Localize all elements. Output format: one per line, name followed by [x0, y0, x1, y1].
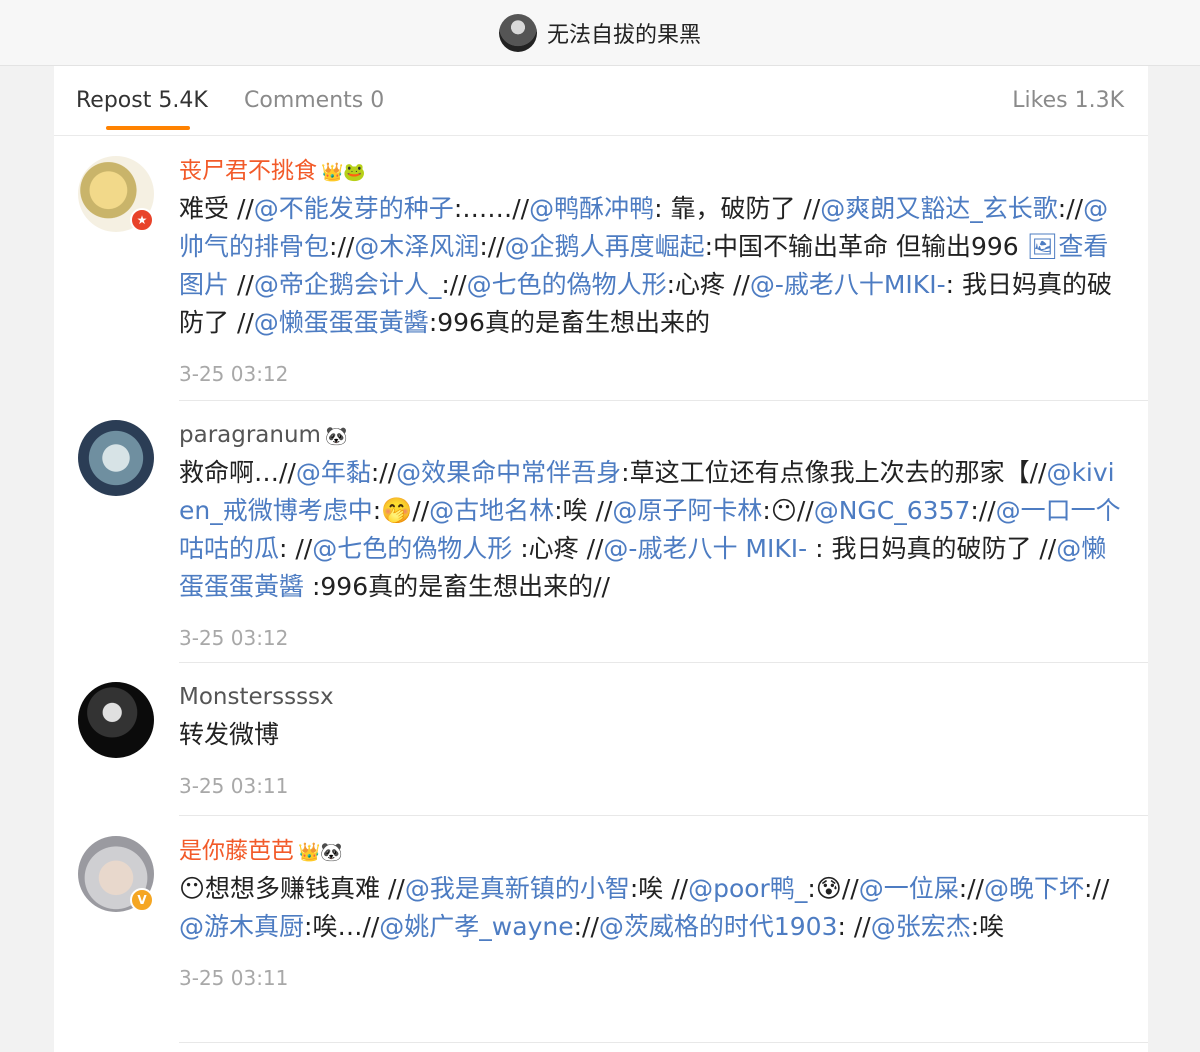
avatar[interactable] — [78, 420, 154, 496]
post-text: 转发微博 — [179, 720, 280, 749]
tab-likes[interactable]: Likes 1.3K — [1012, 88, 1124, 113]
repost-card: Repost 5.4K Comments 0 Likes 1.3K ★ 丧尸君不… — [54, 66, 1148, 1052]
avatar[interactable] — [78, 682, 154, 758]
username-link[interactable]: paragranum 🐼 — [179, 420, 1124, 452]
username: paragranum — [179, 422, 321, 448]
username-link[interactable]: 丧尸君不挑食 👑🐸 — [179, 156, 1124, 188]
divider — [179, 400, 1148, 401]
user-badges-icon: 🐼 — [324, 426, 348, 447]
post-text: 😶想想多赚钱真难 //@我是真新镇的小智:唉 //@poor鸭_:😰//@一位屎… — [179, 874, 1110, 941]
timestamp: 3-25 03:11 — [179, 966, 289, 990]
active-tab-indicator — [106, 126, 190, 130]
username: 丧尸君不挑食 — [179, 158, 317, 184]
header-avatar[interactable] — [498, 13, 537, 52]
username: 是你藤芭芭 — [179, 838, 294, 864]
divider — [179, 1042, 1148, 1043]
page-title: 无法自拔的果黑 — [546, 22, 701, 48]
post-text: 救命啊…//@年黏://@效果命中常伴吾身:草这工位还有点像我上次去的那家【//… — [179, 458, 1121, 601]
timestamp: 3-25 03:11 — [179, 774, 289, 798]
verified-badge-icon: V — [130, 888, 154, 912]
username-link[interactable]: 是你藤芭芭 👑🐼 — [179, 836, 1124, 868]
timestamp: 3-25 03:12 — [179, 362, 289, 386]
timestamp: 3-25 03:12 — [179, 626, 289, 650]
divider — [179, 662, 1148, 663]
top-bar: 无法自拔的果黑 — [0, 0, 1200, 66]
user-badges-icon: 👑🐼 — [298, 842, 343, 863]
tab-repost[interactable]: Repost 5.4K — [76, 88, 208, 113]
user-badges-icon: 👑🐸 — [321, 162, 366, 183]
post-text: 难受 //@不能发芽的种子:……//@鸭酥冲鸭: 靠，破防了 //@爽朗又豁达_… — [179, 194, 1112, 337]
verified-badge-icon: ★ — [130, 208, 154, 232]
divider — [179, 815, 1148, 816]
tab-comments[interactable]: Comments 0 — [244, 88, 384, 113]
tab-bar: Repost 5.4K Comments 0 Likes 1.3K — [54, 66, 1148, 136]
username: Monsterssssx — [179, 684, 334, 710]
username-link[interactable]: Monsterssssx — [179, 682, 1124, 714]
